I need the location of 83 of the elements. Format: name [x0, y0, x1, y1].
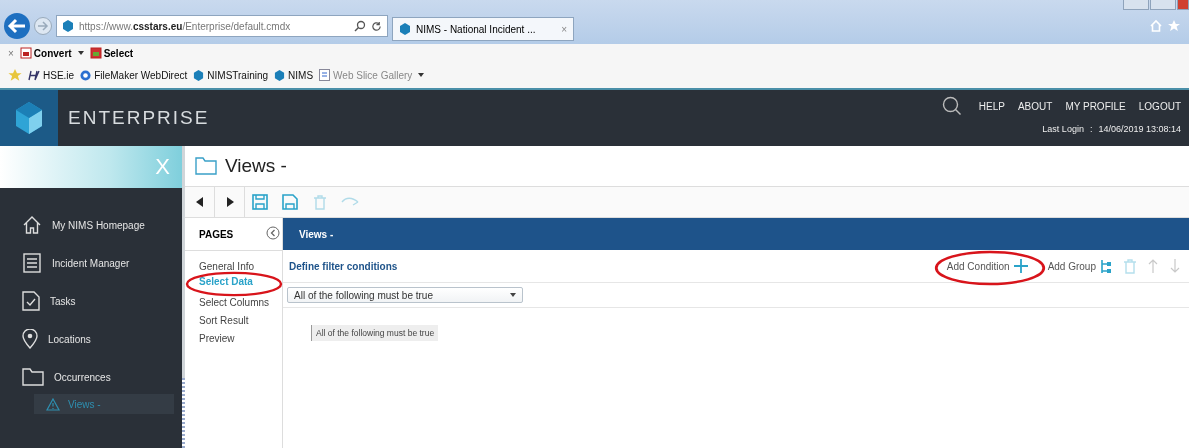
header-link[interactable]: LOGOUT — [1138, 100, 1181, 112]
page-link[interactable]: Select Columns — [199, 296, 270, 308]
header-link[interactable]: ABOUT — [1017, 100, 1053, 112]
sidebar-item[interactable]: My NIMS Homepage — [0, 214, 182, 236]
trash-icon — [314, 194, 326, 210]
tab-title: NIMS - National Incident ... — [416, 23, 537, 35]
resize-handle[interactable] — [182, 378, 185, 448]
forward-button[interactable] — [34, 17, 52, 35]
search-icon[interactable] — [941, 96, 962, 116]
site-icon — [399, 23, 411, 35]
condition-group-node[interactable]: All of the following must be true — [311, 325, 439, 341]
home-icon[interactable] — [1149, 19, 1163, 33]
close-button[interactable] — [1177, 0, 1189, 10]
collapse-button[interactable] — [264, 225, 282, 243]
location-pin-icon — [22, 329, 38, 349]
warning-icon — [46, 397, 60, 411]
left-triangle-icon — [195, 197, 204, 207]
page-link[interactable]: General Info — [199, 260, 255, 272]
panel-title: Views - — [299, 228, 334, 240]
caret-icon[interactable] — [418, 73, 425, 77]
site-icon — [28, 69, 40, 81]
star-icon[interactable] — [1167, 19, 1181, 33]
favorites-star-icon[interactable] — [8, 68, 22, 82]
back-button[interactable] — [4, 13, 30, 39]
section-title: Define filter conditions — [289, 260, 398, 272]
browser-tab[interactable]: NIMS - National Incident ... × — [392, 17, 574, 41]
caret-icon[interactable] — [77, 51, 84, 55]
down-arrow-icon — [1170, 259, 1180, 273]
toolbar-button[interactable]: Convert — [19, 47, 72, 59]
page-link[interactable]: Sort Result — [199, 314, 249, 326]
separator: : — [1089, 124, 1093, 134]
favorite-label: NIMSTraining — [207, 69, 269, 81]
plus-icon — [1013, 259, 1028, 273]
sidebar-item[interactable]: Tasks — [0, 290, 182, 312]
pdf-icon — [19, 47, 32, 59]
chevron-left-icon — [266, 225, 280, 240]
favorite-label: NIMS — [288, 69, 314, 81]
favorite-label: HSE.ie — [43, 69, 75, 81]
address-bar[interactable]: https://www.csstars.eu/Enterprise/default.cmdx — [56, 15, 388, 37]
close-button[interactable]: × — [8, 47, 14, 59]
add-group-button[interactable]: Add Group — [1044, 258, 1115, 274]
header-link[interactable]: MY PROFILE — [1065, 100, 1126, 112]
site-icon — [274, 69, 286, 81]
tab-close-button[interactable]: × — [561, 23, 567, 35]
right-triangle-icon — [225, 197, 234, 207]
favorite-link[interactable]: HSE.ie — [28, 69, 75, 81]
site-icon — [193, 69, 205, 81]
filter-mode-dropdown[interactable]: All of the following must be true — [287, 287, 523, 303]
folder-icon — [195, 157, 217, 175]
header-link[interactable]: HELP — [978, 100, 1005, 112]
favorite-link[interactable]: NIMSTraining — [193, 69, 269, 81]
save-as-icon — [282, 194, 298, 210]
logo-icon — [0, 90, 58, 146]
pages-heading: PAGES — [199, 228, 234, 240]
site-icon — [62, 20, 74, 32]
undo-icon — [341, 197, 359, 207]
last-login-value: 14/06/2019 13:08:14 — [1098, 124, 1181, 134]
tree-icon — [1100, 258, 1112, 274]
task-icon — [22, 291, 40, 311]
trash-icon — [1124, 258, 1136, 274]
forward-arrow-icon — [37, 21, 49, 31]
list-icon — [22, 253, 42, 273]
app-name: ENTERPRISE — [68, 107, 210, 129]
page-icon — [319, 69, 331, 81]
back-arrow-icon — [7, 18, 27, 34]
select-icon — [89, 47, 102, 59]
page-link[interactable]: Preview — [199, 332, 235, 344]
minimize-button[interactable] — [1123, 0, 1149, 10]
restore-button[interactable] — [1150, 0, 1176, 10]
page-title: Views - — [225, 155, 287, 177]
last-login-label: Last Login — [1042, 124, 1084, 134]
folder-icon — [22, 368, 44, 386]
favorite-link[interactable]: NIMS — [274, 69, 314, 81]
search-icon[interactable] — [354, 20, 366, 32]
sidebar-item[interactable]: Locations — [0, 328, 182, 350]
home-icon — [22, 215, 42, 235]
up-arrow-icon — [1148, 259, 1158, 273]
sidebar-item[interactable]: Occurrences — [0, 366, 182, 388]
save-icon — [252, 194, 268, 210]
site-icon — [80, 69, 92, 81]
refresh-icon[interactable] — [371, 20, 382, 32]
sidebar-item[interactable]: Incident Manager — [0, 252, 182, 274]
toolbar-button[interactable]: Select — [89, 47, 134, 59]
